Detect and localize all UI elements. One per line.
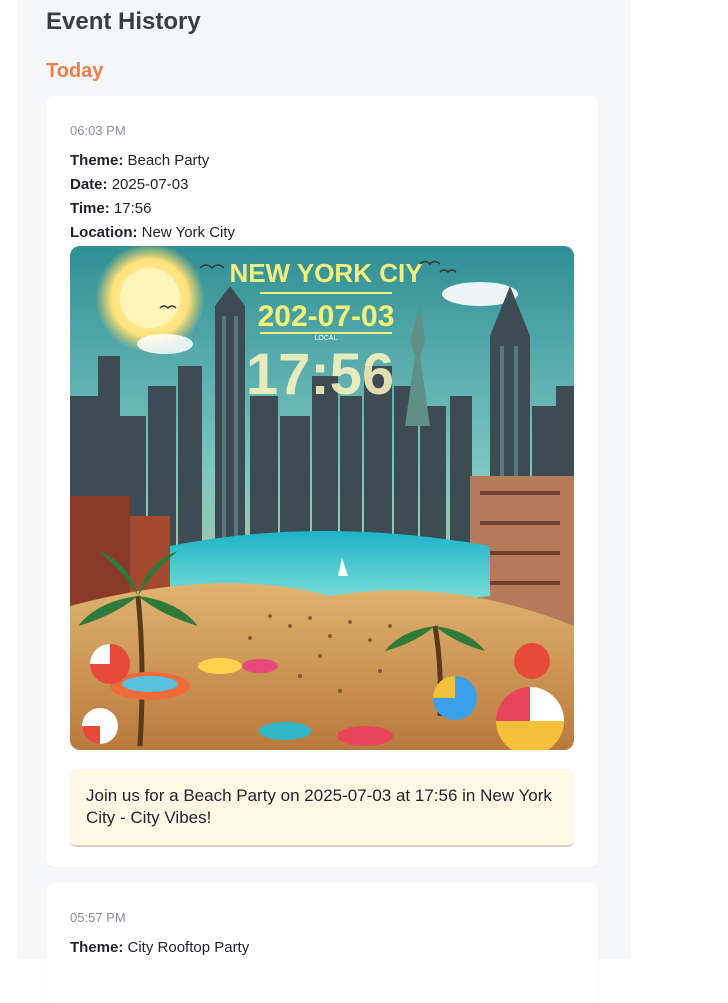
theme-value: Beach Party xyxy=(127,152,210,169)
time-label: Time: xyxy=(70,200,110,217)
date-label: Date: xyxy=(70,176,108,193)
theme-label: Theme: xyxy=(70,152,124,169)
event-card: 05:57 PM Theme: City Rooftop Party xyxy=(46,883,598,1003)
event-timestamp: 05:57 PM xyxy=(70,910,126,925)
poster-date: 202-07-03 xyxy=(258,300,395,333)
event-location: Location: New York City xyxy=(70,224,235,241)
theme-label: Theme: xyxy=(70,939,124,956)
theme-value: City Rooftop Party xyxy=(127,939,250,956)
event-theme: Theme: City Rooftop Party xyxy=(70,939,249,956)
event-theme: Theme: Beach Party xyxy=(70,152,209,169)
poster-time: 17:56 xyxy=(246,342,394,407)
time-value: 17:56 xyxy=(113,200,152,217)
date-value: 2025-07-03 xyxy=(111,176,189,193)
poster-small-text: LOCAL xyxy=(315,335,338,342)
section-label-today: Today xyxy=(46,60,104,82)
event-card: 06:03 PM Theme: Beach Party Date: 2025-0… xyxy=(46,96,598,867)
page-title: Event History xyxy=(46,8,201,35)
location-value: New York City xyxy=(141,224,236,241)
event-poster-image: NEW YORK CIY 202-07-03 LOCAL 17:56 xyxy=(70,246,574,750)
poster-headline: NEW YORK CIY xyxy=(229,258,422,288)
event-message: Join us for a Beach Party on 2025-07-03 … xyxy=(70,769,574,847)
event-time: Time: 17:56 xyxy=(70,200,151,217)
location-label: Location: xyxy=(70,224,138,241)
event-timestamp: 06:03 PM xyxy=(70,123,126,138)
event-date: Date: 2025-07-03 xyxy=(70,176,188,193)
